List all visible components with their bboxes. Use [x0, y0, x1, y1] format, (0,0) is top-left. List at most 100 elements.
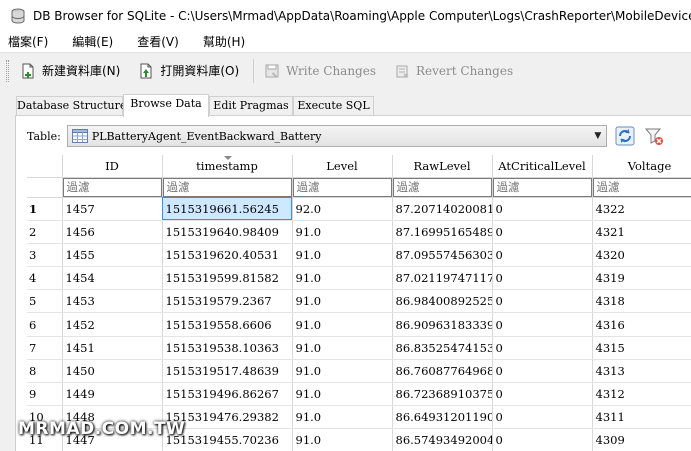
column-header-id[interactable]: ID — [62, 155, 163, 178]
cell-atcriticallevel[interactable]: 0 — [492, 359, 593, 384]
table-row[interactable]: 814501515319517.4863991.086.760877649683… — [27, 359, 691, 384]
cell-timestamp[interactable]: 1515319579.2367 — [162, 289, 293, 314]
tab-edit-pragmas[interactable]: Edit Pragmas — [209, 96, 293, 116]
table-row[interactable]: 714511515319538.1036391.086.835254741539… — [27, 336, 691, 360]
cell-rawlevel[interactable]: 86.6493120119003 — [392, 405, 493, 430]
table-row[interactable]: 314551515319620.4053191.087.095574563034… — [27, 243, 691, 268]
cell-atcriticallevel[interactable]: 0 — [492, 220, 593, 244]
table-row[interactable]: 5 1453 1515319579.2367 91.0 86.984008925251 0… — [27, 289, 691, 314]
cell-rawlevel[interactable]: 87.1699516548903 — [392, 220, 493, 244]
cell-id[interactable]: 1456 — [62, 220, 163, 244]
cell-level[interactable]: 91.0 — [292, 220, 393, 244]
column-header-atcriticallevel[interactable]: AtCriticalLevel — [492, 155, 593, 178]
tab-database-structure[interactable]: Database Structure — [16, 96, 126, 116]
write-changes-button[interactable]: Write Changes — [260, 58, 382, 84]
cell-voltage[interactable]: 4319 — [592, 266, 691, 291]
toolbar-grip[interactable] — [6, 59, 9, 82]
row-number[interactable]: 1 — [27, 197, 63, 221]
cell-voltage[interactable]: 4322 — [592, 197, 691, 221]
row-number[interactable]: 7 — [27, 336, 63, 360]
cell-rawlevel[interactable]: 87.2071402008181 — [392, 197, 493, 221]
filter-input-voltage[interactable] — [592, 177, 691, 197]
cell-level[interactable]: 92.0 — [292, 197, 393, 221]
cell-atcriticallevel[interactable]: 0 — [492, 405, 593, 430]
cell-timestamp[interactable]: 1515319661.56245 — [162, 197, 293, 221]
cell-id[interactable]: 1453 — [62, 289, 163, 314]
table-row[interactable]: 214561515319640.9840991.087.169951654890… — [27, 220, 691, 244]
cell-atcriticallevel[interactable]: 0 — [492, 243, 593, 268]
cell-rawlevel[interactable]: 86.984008925251 — [392, 289, 493, 314]
cell-id[interactable]: 1452 — [62, 312, 163, 337]
menu-view[interactable]: 查看(V) — [137, 33, 179, 50]
table-select[interactable]: PLBatteryAgent_EventBackward_Battery ▼ — [66, 125, 607, 147]
cell-timestamp[interactable]: 1515319599.81582 — [162, 266, 293, 291]
menu-edit[interactable]: 編輯(E) — [72, 33, 113, 50]
cell-voltage[interactable]: 4318 — [592, 289, 691, 314]
cell-id[interactable]: 1451 — [62, 336, 163, 360]
grid-corner[interactable] — [27, 155, 63, 178]
cell-id[interactable]: 1457 — [62, 197, 163, 221]
cell-atcriticallevel[interactable]: 0 — [492, 382, 593, 407]
cell-voltage[interactable]: 4311 — [592, 405, 691, 430]
cell-id[interactable]: 1455 — [62, 243, 163, 268]
row-number[interactable]: 9 — [27, 382, 63, 407]
filter-input-level[interactable] — [292, 177, 392, 197]
cell-voltage[interactable]: 4313 — [592, 359, 691, 384]
cell-atcriticallevel[interactable]: 0 — [492, 428, 593, 451]
cell-atcriticallevel[interactable]: 0 — [492, 289, 593, 314]
table-row[interactable]: 614521515319558.660691.086.9096318333953… — [27, 312, 691, 337]
cell-rawlevel[interactable]: 86.7236891037561 — [392, 382, 493, 407]
column-header-level[interactable]: Level — [292, 155, 393, 178]
table-row[interactable]: 914491515319496.8626791.086.723689103756… — [27, 382, 691, 407]
cell-level[interactable]: 91.0 — [292, 266, 393, 291]
cell-timestamp[interactable]: 1515319517.48639 — [162, 359, 293, 384]
data-grid[interactable]: ID timestamp Level RawLevel AtCriticalLe… — [27, 155, 691, 451]
cell-level[interactable]: 91.0 — [292, 405, 393, 430]
cell-rawlevel[interactable]: 86.7608776496839 — [392, 359, 493, 384]
cell-level[interactable]: 91.0 — [292, 359, 393, 384]
cell-voltage[interactable]: 4315 — [592, 336, 691, 360]
column-header-rawlevel[interactable]: RawLevel — [392, 155, 493, 178]
revert-changes-button[interactable]: Revert Changes — [390, 58, 519, 84]
cell-timestamp[interactable]: 1515319538.10363 — [162, 336, 293, 360]
tab-browse-data[interactable]: Browse Data — [123, 94, 209, 117]
cell-rawlevel[interactable]: 87.0955745630346 — [392, 243, 493, 268]
cell-voltage[interactable]: 4320 — [592, 243, 691, 268]
cell-voltage[interactable]: 4316 — [592, 312, 691, 337]
cell-level[interactable]: 91.0 — [292, 428, 393, 451]
cell-rawlevel[interactable]: 86.8352547415396 — [392, 336, 493, 360]
filter-input-atcriticallevel[interactable] — [492, 177, 592, 197]
table-row[interactable]: 114571515319661.5624592.087.207140200818… — [27, 197, 691, 221]
row-number[interactable]: 5 — [27, 289, 63, 314]
cell-timestamp[interactable]: 1515319558.6606 — [162, 312, 293, 337]
cell-level[interactable]: 91.0 — [292, 312, 393, 337]
filter-input-rawlevel[interactable] — [392, 177, 492, 197]
clear-filters-button[interactable] — [643, 125, 665, 147]
cell-voltage[interactable]: 4312 — [592, 382, 691, 407]
row-number[interactable]: 2 — [27, 220, 63, 244]
table-row[interactable]: 414541515319599.8158291.087.021197471178… — [27, 266, 691, 291]
refresh-button[interactable] — [614, 125, 636, 147]
cell-rawlevel[interactable]: 86.5749349200446 — [392, 428, 493, 451]
cell-voltage[interactable]: 4309 — [592, 428, 691, 451]
cell-id[interactable]: 1454 — [62, 266, 163, 291]
row-number[interactable]: 8 — [27, 359, 63, 384]
menu-help[interactable]: 幫助(H) — [203, 33, 245, 50]
cell-atcriticallevel[interactable]: 0 — [492, 266, 593, 291]
tab-execute-sql[interactable]: Execute SQL — [293, 96, 374, 116]
column-header-timestamp[interactable]: timestamp — [162, 155, 293, 178]
filter-input-timestamp[interactable] — [162, 177, 292, 197]
cell-timestamp[interactable]: 1515319640.98409 — [162, 220, 293, 244]
column-header-voltage[interactable]: Voltage — [592, 155, 691, 178]
cell-timestamp[interactable]: 1515319620.40531 — [162, 243, 293, 268]
cell-rawlevel[interactable]: 87.0211974711789 — [392, 266, 493, 291]
cell-id[interactable]: 1449 — [62, 382, 163, 407]
cell-voltage[interactable]: 4321 — [592, 220, 691, 244]
cell-atcriticallevel[interactable]: 0 — [492, 336, 593, 360]
new-database-button[interactable]: 新建資料庫(N) — [16, 58, 126, 84]
menu-file[interactable]: 檔案(F) — [8, 33, 48, 50]
cell-atcriticallevel[interactable]: 0 — [492, 197, 593, 221]
cell-timestamp[interactable]: 1515319496.86267 — [162, 382, 293, 407]
cell-level[interactable]: 91.0 — [292, 289, 393, 314]
cell-level[interactable]: 91.0 — [292, 382, 393, 407]
